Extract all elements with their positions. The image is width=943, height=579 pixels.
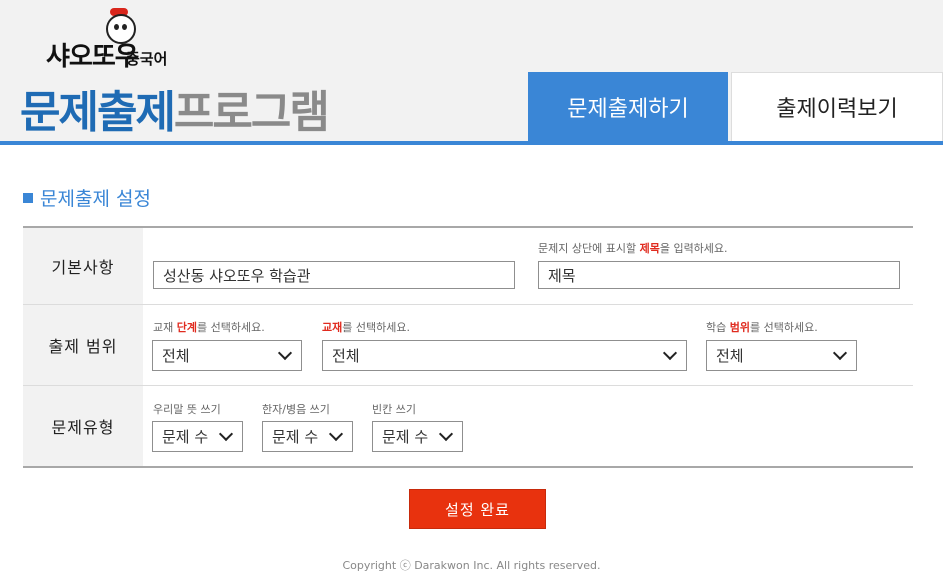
book-hint: 교재를 선택하세요.	[322, 321, 410, 334]
footer-copyright: Copyright ⓒ Darakwon Inc. All rights res…	[342, 559, 601, 572]
header: 샤오또우 중국어 문제출제프로그램 문제출제하기 출제이력보기	[0, 0, 943, 141]
row-label-types: 문제유형	[23, 386, 143, 466]
form-bottom-border	[23, 466, 913, 468]
tab-exam-history[interactable]: 출제이력보기	[731, 72, 943, 141]
chevron-down-icon	[438, 426, 454, 442]
form-top-border	[23, 226, 913, 228]
exam-title-input[interactable]	[538, 261, 900, 289]
level-select-value: 전체	[162, 347, 190, 365]
level-hint: 교재 단계를 선택하세요.	[153, 321, 265, 334]
blank-count-value: 문제 수	[382, 428, 429, 446]
chevron-down-icon	[662, 345, 678, 361]
chevron-down-icon	[277, 345, 293, 361]
row-divider	[23, 385, 913, 386]
type-label-blank: 빈칸 쓰기	[372, 403, 416, 416]
row-divider	[23, 304, 913, 305]
range-select[interactable]: 전체	[706, 340, 857, 371]
row-label-basic: 기본사항	[23, 228, 143, 304]
header-divider	[0, 141, 943, 145]
range-select-value: 전체	[716, 347, 744, 365]
title-hint: 문제지 상단에 표시할 제목을 입력하세요.	[538, 242, 728, 255]
section-title-text: 문제출제 설정	[40, 188, 151, 210]
brand-name: 샤오또우	[46, 42, 139, 72]
chevron-down-icon	[218, 426, 234, 442]
chevron-down-icon	[328, 426, 344, 442]
tab-create-exam[interactable]: 문제출제하기	[528, 72, 728, 141]
brand-sub: 중국어	[126, 50, 168, 68]
type-label-hanzi: 한자/병음 쓰기	[262, 403, 330, 416]
school-name-input[interactable]	[153, 261, 515, 289]
type-label-meaning: 우리말 뜻 쓰기	[153, 403, 221, 416]
meaning-count-select[interactable]: 문제 수	[152, 421, 243, 452]
meaning-count-value: 문제 수	[162, 428, 209, 446]
hanzi-count-select[interactable]: 문제 수	[262, 421, 353, 452]
app-title-part1: 문제출제	[20, 87, 176, 138]
book-select[interactable]: 전체	[322, 340, 687, 371]
app-title: 문제출제프로그램	[20, 76, 330, 140]
blank-count-select[interactable]: 문제 수	[372, 421, 463, 452]
book-select-value: 전체	[332, 347, 360, 365]
square-bullet-icon	[23, 192, 33, 203]
section-title: 문제출제 설정	[23, 184, 151, 211]
chevron-down-icon	[832, 345, 848, 361]
row-label-scope: 출제 범위	[23, 305, 143, 385]
level-select[interactable]: 전체	[152, 340, 302, 371]
submit-settings-button[interactable]: 설정 완료	[409, 489, 546, 529]
app-title-part2: 프로그램	[173, 87, 330, 138]
range-hint: 학습 범위를 선택하세요.	[706, 321, 818, 334]
hanzi-count-value: 문제 수	[272, 428, 319, 446]
